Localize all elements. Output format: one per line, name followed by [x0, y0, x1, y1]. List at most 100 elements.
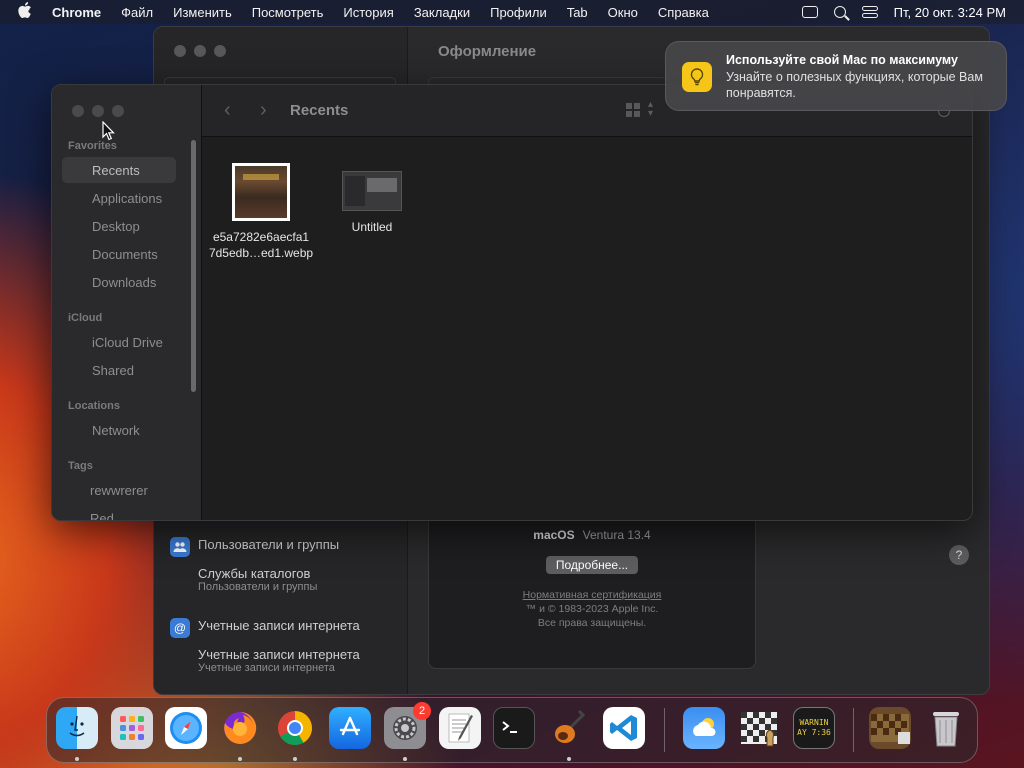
file-name-line: e5a7282e6aecfa1 [212, 230, 310, 244]
menu-datetime[interactable]: Пт, 20 окт. 3:24 PM [894, 5, 1006, 20]
dock-finder[interactable] [56, 707, 98, 749]
sidebar-item-label: Recents [92, 162, 140, 178]
dock-chess-game-window[interactable] [869, 707, 911, 749]
shared-folder-icon [68, 364, 82, 376]
dock-weather[interactable] [683, 707, 725, 749]
running-indicator [75, 757, 79, 761]
document-icon [68, 248, 82, 260]
dock-terminal[interactable] [493, 707, 535, 749]
sidebar-item-downloads[interactable]: Downloads [62, 269, 176, 295]
minimize-button[interactable] [92, 105, 104, 117]
os-name: macOS [533, 528, 575, 542]
file-name-line: 7d5edb…ed1.webp [208, 246, 314, 260]
chevron-updown-icon[interactable]: ▴ ▾ [648, 100, 653, 119]
settings-item-users-groups[interactable]: Пользователи и группы [170, 537, 339, 557]
notification-title: Используйте свой Mac по максимуму [726, 53, 958, 67]
sidebar-item-applications[interactable]: Applications [62, 185, 176, 211]
close-button[interactable] [174, 45, 186, 57]
sidebar-item-recents[interactable]: Recents [62, 157, 176, 183]
terminal-prompt-icon [502, 721, 517, 733]
back-button[interactable]: ‹ [224, 99, 231, 122]
zoom-button[interactable] [214, 45, 226, 57]
sidebar-item-label: Red [90, 510, 114, 521]
zoom-button[interactable] [112, 105, 124, 117]
sidebar-item-tag-rewwrerer[interactable]: rewwrerer [62, 477, 176, 503]
sidebar-item-label: rewwrerer [90, 482, 148, 498]
menu-history[interactable]: История [343, 5, 393, 20]
chess-board-icon [741, 712, 777, 747]
dock-console[interactable]: WARNIN AY 7:36 [793, 707, 835, 749]
menu-view[interactable]: Посмотреть [252, 5, 324, 20]
file-item-untitled[interactable]: Untitled [317, 163, 427, 235]
copyright-text: ™ и © 1983-2023 Apple Inc. [525, 603, 659, 615]
compass-icon [170, 712, 202, 744]
close-button[interactable] [72, 105, 84, 117]
menu-profiles[interactable]: Профили [490, 5, 547, 20]
sidebar-scrollbar[interactable] [191, 140, 196, 392]
sidebar-section-tags: Tags [68, 460, 93, 472]
sidebar-item-tag-red[interactable]: Red [62, 505, 176, 521]
control-center-icon[interactable] [861, 6, 878, 18]
spotlight-search-icon[interactable] [833, 6, 846, 18]
grid-view-icon[interactable] [626, 103, 640, 117]
dock-separator [853, 708, 854, 752]
running-indicator [293, 757, 297, 761]
sidebar-section-locations: Locations [68, 400, 120, 412]
settings-window-controls [174, 45, 234, 57]
dock-firefox[interactable] [219, 707, 261, 749]
menu-edit[interactable]: Изменить [173, 5, 232, 20]
forward-button[interactable]: › [260, 99, 267, 122]
finder-window-controls [72, 105, 132, 117]
settings-item-directory-services[interactable]: Службы каталогов Пользователи и группы [198, 566, 317, 593]
menu-help[interactable]: Справка [658, 5, 709, 20]
screen-mirroring-icon[interactable] [801, 6, 818, 18]
menu-tab[interactable]: Tab [567, 5, 588, 20]
sidebar-item-label: Network [92, 422, 140, 438]
dock-vscode[interactable] [603, 707, 645, 749]
sidebar-item-desktop[interactable]: Desktop [62, 213, 176, 239]
sidebar-item-icloud-drive[interactable]: iCloud Drive [62, 329, 176, 355]
help-button[interactable]: ? [949, 545, 969, 565]
sidebar-item-shared[interactable]: Shared [62, 357, 176, 383]
vscode-icon [610, 715, 637, 741]
chrome-icon [278, 711, 312, 745]
rights-text: Все права защищены. [537, 617, 647, 629]
finder-window: Favorites Recents Applications Desktop D… [51, 84, 973, 521]
applications-icon [68, 192, 82, 204]
dock-trash[interactable] [925, 707, 967, 749]
dock-launchpad[interactable] [111, 707, 153, 749]
app-store-icon [339, 716, 361, 736]
dock-chess[interactable] [738, 707, 780, 749]
menu-app-name[interactable]: Chrome [52, 5, 101, 20]
desktop-icon [68, 220, 82, 232]
more-info-button[interactable]: Подробнее... [545, 556, 639, 574]
running-indicator [238, 757, 242, 761]
sidebar-item-network[interactable]: Network [62, 417, 176, 443]
menu-window[interactable]: Окно [608, 5, 638, 20]
cloud-icon [68, 336, 82, 348]
dock-system-settings[interactable]: 2 [384, 702, 431, 749]
menu-file[interactable]: Файл [121, 5, 153, 20]
clock-icon [68, 164, 82, 176]
menu-bookmarks[interactable]: Закладки [414, 5, 470, 20]
settings-pane-title: Оформление [438, 43, 537, 60]
dock-safari[interactable] [165, 707, 207, 749]
apple-menu-icon[interactable] [18, 2, 34, 22]
settings-item-internet-accounts[interactable]: @ Учетные записи интернета [170, 618, 360, 638]
file-name: Untitled [351, 220, 393, 234]
sidebar-item-documents[interactable]: Documents [62, 241, 176, 267]
dock-chrome[interactable] [274, 707, 316, 749]
lightbulb-icon [682, 62, 712, 92]
dock-textedit[interactable] [439, 707, 481, 749]
minimize-button[interactable] [194, 45, 206, 57]
dock-garageband[interactable] [548, 707, 590, 749]
settings-item-label: Службы каталогов [198, 566, 311, 581]
regulatory-cert-link[interactable]: Нормативная сертификация [523, 589, 662, 601]
settings-item-label: Учетные записи интернета [198, 618, 360, 633]
finder-face-icon [69, 715, 85, 737]
guitar-icon [555, 709, 586, 743]
file-item-webp[interactable]: e5a7282e6aecfa1 7d5edb…ed1.webp [206, 163, 316, 261]
dock-app-store[interactable] [329, 707, 371, 749]
settings-item-internet-accounts-result[interactable]: Учетные записи интернета Учетные записи … [198, 647, 360, 674]
notification-banner[interactable]: Используйте свой Mac по максимуму Узнайт… [665, 41, 1007, 111]
